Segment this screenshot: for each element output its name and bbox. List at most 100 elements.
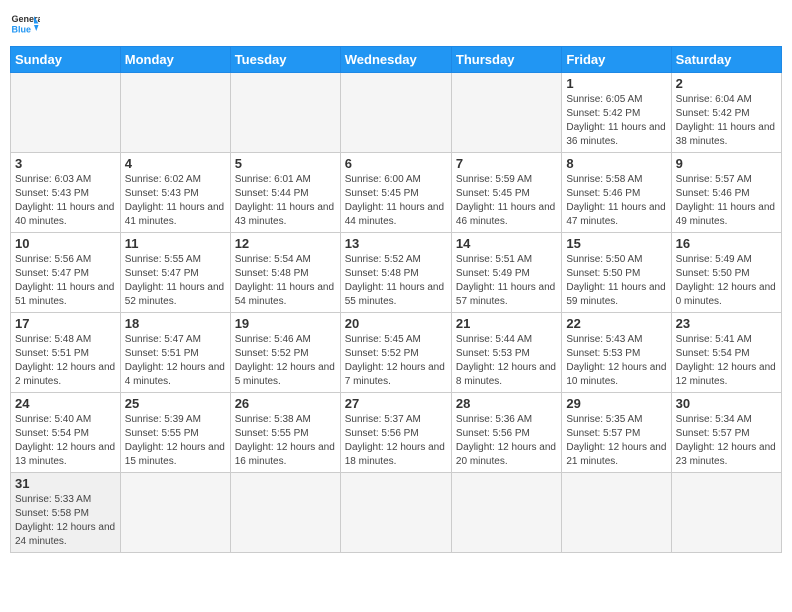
day-info: Sunrise: 5:47 AMSunset: 5:51 PMDaylight:… bbox=[125, 333, 226, 389]
calendar-day-cell: 7 Sunrise: 5:59 AMSunset: 5:45 PMDaylight… bbox=[451, 153, 561, 233]
calendar-day-cell: 25 Sunrise: 5:39 AMSunset: 5:55 PMDayligh… bbox=[120, 393, 230, 473]
calendar-day-cell: 12 Sunrise: 5:54 AMSunset: 5:48 PMDayligh… bbox=[230, 233, 340, 313]
day-number: 7 bbox=[456, 156, 557, 171]
day-number: 26 bbox=[235, 396, 336, 411]
calendar-day-cell bbox=[451, 473, 561, 553]
day-info: Sunrise: 5:57 AMSunset: 5:46 PMDaylight:… bbox=[676, 173, 777, 229]
day-info: Sunrise: 5:48 AMSunset: 5:51 PMDaylight:… bbox=[15, 333, 116, 389]
calendar-day-cell: 23Sunrise: 5:41 AMSunset: 5:54 PMDayligh… bbox=[671, 313, 781, 393]
day-info: Sunrise: 5:36 AMSunset: 5:56 PMDaylight:… bbox=[456, 413, 557, 469]
logo-icon: General Blue bbox=[10, 10, 40, 40]
day-number: 31 bbox=[15, 476, 116, 491]
day-info: Sunrise: 5:38 AMSunset: 5:55 PMDaylight:… bbox=[235, 413, 336, 469]
calendar-day-cell: 6Sunrise: 6:00 AMSunset: 5:45 PMDaylight… bbox=[340, 153, 451, 233]
calendar-week-row: 31Sunrise: 5:33 AMSunset: 5:58 PMDayligh… bbox=[11, 473, 782, 553]
calendar-day-cell: 10 Sunrise: 5:56 AMSunset: 5:47 PMDayligh… bbox=[11, 233, 121, 313]
day-number: 6 bbox=[345, 156, 447, 171]
weekday-header: Monday bbox=[120, 47, 230, 73]
calendar-day-cell: 19 Sunrise: 5:46 AMSunset: 5:52 PMDayligh… bbox=[230, 313, 340, 393]
day-number: 2 bbox=[676, 76, 777, 91]
day-info: Sunrise: 6:04 AMSunset: 5:42 PMDaylight:… bbox=[676, 93, 777, 149]
calendar-day-cell bbox=[230, 73, 340, 153]
day-number: 13 bbox=[345, 236, 447, 251]
calendar-day-cell: 8Sunrise: 5:58 AMSunset: 5:46 PMDaylight… bbox=[562, 153, 671, 233]
day-number: 16 bbox=[676, 236, 777, 251]
calendar-day-cell: 28 Sunrise: 5:36 AMSunset: 5:56 PMDayligh… bbox=[451, 393, 561, 473]
day-number: 24 bbox=[15, 396, 116, 411]
day-number: 25 bbox=[125, 396, 226, 411]
day-number: 12 bbox=[235, 236, 336, 251]
calendar-day-cell: 15 Sunrise: 5:50 AMSunset: 5:50 PMDayligh… bbox=[562, 233, 671, 313]
day-info: Sunrise: 5:45 AMSunset: 5:52 PMDaylight:… bbox=[345, 333, 447, 389]
day-number: 9 bbox=[676, 156, 777, 171]
day-info: Sunrise: 5:46 AMSunset: 5:52 PMDaylight:… bbox=[235, 333, 336, 389]
calendar-day-cell: 27 Sunrise: 5:37 AMSunset: 5:56 PMDayligh… bbox=[340, 393, 451, 473]
calendar-day-cell: 30Sunrise: 5:34 AMSunset: 5:57 PMDayligh… bbox=[671, 393, 781, 473]
calendar-day-cell bbox=[340, 73, 451, 153]
calendar-day-cell: 4 Sunrise: 6:02 AMSunset: 5:43 PMDaylight… bbox=[120, 153, 230, 233]
weekday-header: Tuesday bbox=[230, 47, 340, 73]
day-number: 28 bbox=[456, 396, 557, 411]
calendar-week-row: 1Sunrise: 6:05 AMSunset: 5:42 PMDaylight… bbox=[11, 73, 782, 153]
day-number: 23 bbox=[676, 316, 777, 331]
day-number: 19 bbox=[235, 316, 336, 331]
weekday-header: Wednesday bbox=[340, 47, 451, 73]
calendar-day-cell bbox=[671, 473, 781, 553]
calendar-day-cell bbox=[562, 473, 671, 553]
calendar-day-cell bbox=[230, 473, 340, 553]
calendar-day-cell bbox=[120, 473, 230, 553]
weekday-header: Sunday bbox=[11, 47, 121, 73]
day-info: Sunrise: 5:55 AMSunset: 5:47 PMDaylight:… bbox=[125, 253, 226, 309]
calendar-day-cell bbox=[11, 73, 121, 153]
calendar-day-cell: 11Sunrise: 5:55 AMSunset: 5:47 PMDayligh… bbox=[120, 233, 230, 313]
calendar-day-cell bbox=[340, 473, 451, 553]
day-number: 4 bbox=[125, 156, 226, 171]
day-number: 18 bbox=[125, 316, 226, 331]
page-header: General Blue bbox=[10, 10, 782, 40]
day-number: 5 bbox=[235, 156, 336, 171]
day-info: Sunrise: 6:01 AMSunset: 5:44 PMDaylight:… bbox=[235, 173, 336, 229]
calendar-week-row: 10 Sunrise: 5:56 AMSunset: 5:47 PMDayligh… bbox=[11, 233, 782, 313]
day-info: Sunrise: 5:34 AMSunset: 5:57 PMDaylight:… bbox=[676, 413, 777, 469]
calendar-table: SundayMondayTuesdayWednesdayThursdayFrid… bbox=[10, 46, 782, 553]
day-number: 1 bbox=[566, 76, 666, 91]
day-number: 17 bbox=[15, 316, 116, 331]
day-info: Sunrise: 5:56 AMSunset: 5:47 PMDaylight:… bbox=[15, 253, 116, 309]
calendar-day-cell: 22Sunrise: 5:43 AMSunset: 5:53 PMDayligh… bbox=[562, 313, 671, 393]
day-info: Sunrise: 5:37 AMSunset: 5:56 PMDaylight:… bbox=[345, 413, 447, 469]
weekday-header: Saturday bbox=[671, 47, 781, 73]
day-info: Sunrise: 5:40 AMSunset: 5:54 PMDaylight:… bbox=[15, 413, 116, 469]
day-info: Sunrise: 5:51 AMSunset: 5:49 PMDaylight:… bbox=[456, 253, 557, 309]
calendar-day-cell: 20Sunrise: 5:45 AMSunset: 5:52 PMDayligh… bbox=[340, 313, 451, 393]
day-number: 14 bbox=[456, 236, 557, 251]
day-info: Sunrise: 6:02 AMSunset: 5:43 PMDaylight:… bbox=[125, 173, 226, 229]
calendar-day-cell: 14 Sunrise: 5:51 AMSunset: 5:49 PMDayligh… bbox=[451, 233, 561, 313]
weekday-header: Friday bbox=[562, 47, 671, 73]
day-number: 27 bbox=[345, 396, 447, 411]
day-info: Sunrise: 6:03 AMSunset: 5:43 PMDaylight:… bbox=[15, 173, 116, 229]
calendar-day-cell: 1Sunrise: 6:05 AMSunset: 5:42 PMDaylight… bbox=[562, 73, 671, 153]
calendar-day-cell: 24 Sunrise: 5:40 AMSunset: 5:54 PMDayligh… bbox=[11, 393, 121, 473]
day-info: Sunrise: 5:59 AMSunset: 5:45 PMDaylight:… bbox=[456, 173, 557, 229]
weekday-header: Thursday bbox=[451, 47, 561, 73]
day-number: 21 bbox=[456, 316, 557, 331]
day-number: 10 bbox=[15, 236, 116, 251]
calendar-day-cell: 2 Sunrise: 6:04 AMSunset: 5:42 PMDaylight… bbox=[671, 73, 781, 153]
logo: General Blue bbox=[10, 10, 40, 40]
day-info: Sunrise: 5:54 AMSunset: 5:48 PMDaylight:… bbox=[235, 253, 336, 309]
calendar-day-cell: 3Sunrise: 6:03 AMSunset: 5:43 PMDaylight… bbox=[11, 153, 121, 233]
day-number: 29 bbox=[566, 396, 666, 411]
day-info: Sunrise: 5:52 AMSunset: 5:48 PMDaylight:… bbox=[345, 253, 447, 309]
calendar-day-cell: 26 Sunrise: 5:38 AMSunset: 5:55 PMDayligh… bbox=[230, 393, 340, 473]
day-info: Sunrise: 5:39 AMSunset: 5:55 PMDaylight:… bbox=[125, 413, 226, 469]
calendar-day-cell: 31Sunrise: 5:33 AMSunset: 5:58 PMDayligh… bbox=[11, 473, 121, 553]
calendar-week-row: 17 Sunrise: 5:48 AMSunset: 5:51 PMDayligh… bbox=[11, 313, 782, 393]
day-info: Sunrise: 5:58 AMSunset: 5:46 PMDaylight:… bbox=[566, 173, 666, 229]
day-info: Sunrise: 5:49 AMSunset: 5:50 PMDaylight:… bbox=[676, 253, 777, 309]
day-number: 22 bbox=[566, 316, 666, 331]
day-info: Sunrise: 5:44 AMSunset: 5:53 PMDaylight:… bbox=[456, 333, 557, 389]
calendar-day-cell: 9 Sunrise: 5:57 AMSunset: 5:46 PMDaylight… bbox=[671, 153, 781, 233]
calendar-week-row: 24 Sunrise: 5:40 AMSunset: 5:54 PMDayligh… bbox=[11, 393, 782, 473]
day-number: 15 bbox=[566, 236, 666, 251]
day-info: Sunrise: 5:50 AMSunset: 5:50 PMDaylight:… bbox=[566, 253, 666, 309]
